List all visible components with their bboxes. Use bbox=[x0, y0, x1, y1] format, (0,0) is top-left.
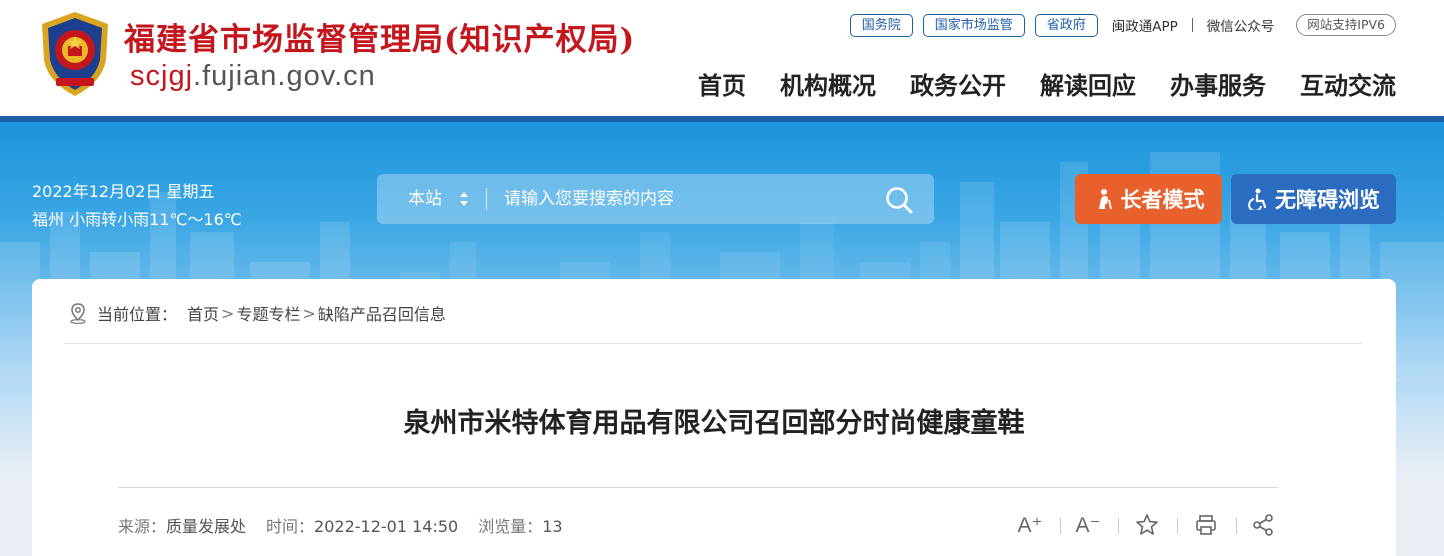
font-decrease-icon[interactable]: A⁻ bbox=[1072, 509, 1104, 541]
link-provincial-government[interactable]: 省政府 bbox=[1034, 13, 1098, 37]
breadcrumb-special-column[interactable]: 专题专栏 bbox=[236, 301, 300, 325]
nav-item-services[interactable]: 办事服务 bbox=[1170, 66, 1266, 101]
domain-highlight: scjgj bbox=[130, 60, 194, 92]
article-meta: 来源：质量发展处 时间：2022-12-01 14:50 浏览量：13 bbox=[118, 513, 563, 537]
nav-item-government-affairs[interactable]: 政务公开 bbox=[910, 66, 1006, 101]
location-pin-icon bbox=[70, 303, 86, 324]
wheelchair-icon bbox=[1248, 188, 1267, 210]
meta-time: 时间：2022-12-01 14:50 bbox=[266, 513, 458, 537]
time-label: 时间： bbox=[266, 517, 315, 536]
article-tools: A⁺ A⁻ bbox=[1014, 509, 1278, 541]
tool-divider bbox=[1177, 518, 1178, 534]
elder-mode-button[interactable]: 长者模式 bbox=[1075, 174, 1222, 224]
search-input[interactable] bbox=[504, 174, 864, 224]
police-emblem-icon bbox=[42, 12, 108, 96]
weather-info: 福州 小雨转小雨11℃～16℃ bbox=[32, 210, 242, 229]
search-icon[interactable] bbox=[884, 185, 914, 215]
nav-item-interaction[interactable]: 互动交流 bbox=[1300, 66, 1396, 101]
ipv6-badge: 网站支持IPV6 bbox=[1296, 14, 1396, 36]
breadcrumb: 当前位置： 首页 > 专题专栏 > 缺陷产品召回信息 bbox=[68, 301, 446, 325]
site-domain: scjgj.fujian.gov.cn bbox=[130, 60, 376, 93]
nav-item-home[interactable]: 首页 bbox=[698, 66, 746, 101]
elderly-person-icon bbox=[1098, 189, 1112, 210]
breadcrumb-label: 当前位置： bbox=[97, 305, 178, 324]
top-links-divider bbox=[1191, 18, 1193, 32]
accessibility-label: 无障碍浏览 bbox=[1275, 188, 1380, 212]
updown-arrow-icon[interactable] bbox=[459, 190, 469, 208]
link-mzt-app[interactable]: 闽政通APP bbox=[1108, 15, 1182, 35]
main-nav: 首页 机构概况 政务公开 解读回应 办事服务 互动交流 bbox=[698, 66, 1396, 101]
article-card: 当前位置： 首页 > 专题专栏 > 缺陷产品召回信息 泉州市米特体育用品有限公司… bbox=[32, 279, 1396, 556]
domain-rest: .fujian.gov.cn bbox=[193, 60, 376, 92]
breadcrumb-home[interactable]: 首页 bbox=[187, 301, 219, 325]
accessibility-button[interactable]: 无障碍浏览 bbox=[1231, 174, 1396, 224]
nav-item-organization[interactable]: 机构概况 bbox=[780, 66, 876, 101]
search-divider bbox=[486, 188, 487, 210]
breadcrumb-recall-info[interactable]: 缺陷产品召回信息 bbox=[318, 301, 446, 325]
breadcrumb-separator: > bbox=[221, 303, 235, 323]
link-wechat[interactable]: 微信公众号 bbox=[1203, 15, 1279, 35]
tool-divider bbox=[1118, 518, 1119, 534]
site-title: 福建省市场监督管理局(知识产权局) bbox=[124, 22, 636, 58]
elder-mode-label: 长者模式 bbox=[1120, 188, 1205, 212]
source-value: 质量发展处 bbox=[166, 517, 247, 536]
font-increase-icon[interactable]: A⁺ bbox=[1014, 509, 1046, 541]
search-scope-select[interactable]: 本站 bbox=[408, 174, 442, 224]
tool-divider bbox=[1236, 518, 1237, 534]
meta-source: 来源：质量发展处 bbox=[118, 513, 246, 537]
time-value: 2022-12-01 14:50 bbox=[314, 517, 459, 536]
site-header: 福建省市场监督管理局(知识产权局) scjgj.fujian.gov.cn 国务… bbox=[0, 0, 1444, 116]
nav-item-interpretation[interactable]: 解读回应 bbox=[1040, 66, 1136, 101]
breadcrumb-separator: > bbox=[302, 303, 316, 323]
link-guowuyuan[interactable]: 国务院 bbox=[849, 13, 913, 37]
article-title: 泉州市米特体育用品有限公司召回部分时尚健康童鞋 bbox=[403, 408, 1025, 439]
top-links: 国务院 国家市场监管 省政府 闽政通APP 微信公众号 网站支持IPV6 bbox=[849, 12, 1396, 38]
title-divider bbox=[118, 487, 1278, 488]
meta-views: 浏览量：13 bbox=[478, 513, 562, 537]
source-label: 来源： bbox=[118, 517, 167, 536]
current-date: 2022年12月02日 星期五 bbox=[32, 182, 215, 201]
date-weather: 2022年12月02日 星期五 福州 小雨转小雨11℃～16℃ bbox=[32, 178, 242, 234]
views-value: 13 bbox=[542, 517, 563, 536]
tool-divider bbox=[1060, 518, 1061, 534]
link-national-market-regulation[interactable]: 国家市场监管 bbox=[922, 13, 1025, 37]
search-bar: 本站 bbox=[377, 174, 934, 224]
share-icon[interactable] bbox=[1248, 509, 1278, 541]
breadcrumb-divider bbox=[64, 343, 1362, 344]
views-label: 浏览量： bbox=[478, 517, 543, 536]
star-icon[interactable] bbox=[1131, 509, 1163, 541]
print-icon[interactable] bbox=[1190, 509, 1222, 541]
